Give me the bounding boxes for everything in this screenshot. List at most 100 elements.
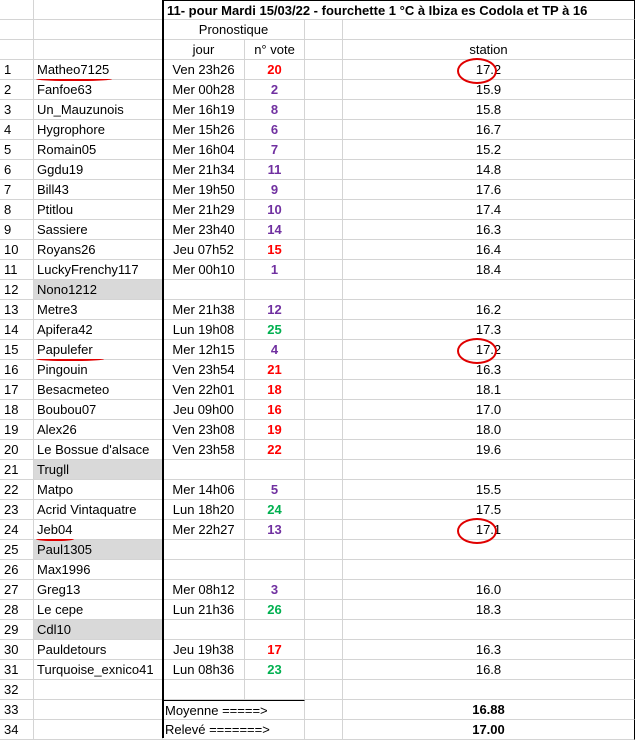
cell[interactable] (305, 560, 343, 580)
summary-value[interactable]: 16.88 (343, 700, 635, 720)
cell[interactable] (305, 260, 343, 280)
forecast-day[interactable]: Mer 15h26 (163, 120, 245, 140)
vote-number[interactable]: 12 (245, 300, 305, 320)
row-number[interactable]: 5 (0, 140, 34, 160)
station-value[interactable] (343, 680, 635, 700)
participant-name[interactable]: Alex26 (34, 420, 163, 440)
station-value[interactable]: 16.8 (343, 660, 635, 680)
cell[interactable] (305, 600, 343, 620)
vote-number[interactable]: 13 (245, 520, 305, 540)
cell[interactable] (305, 460, 343, 480)
participant-name[interactable]: Paul1305 (34, 540, 163, 560)
forecast-day[interactable]: Mer 21h38 (163, 300, 245, 320)
row-number[interactable]: 12 (0, 280, 34, 300)
cell[interactable] (305, 440, 343, 460)
row-number[interactable]: 6 (0, 160, 34, 180)
forecast-day[interactable]: Mer 21h34 (163, 160, 245, 180)
row-number[interactable]: 21 (0, 460, 34, 480)
forecast-day[interactable]: Mer 16h19 (163, 100, 245, 120)
participant-name[interactable]: Metre3 (34, 300, 163, 320)
row-number[interactable]: 27 (0, 580, 34, 600)
station-value[interactable]: 15.9 (343, 80, 635, 100)
row-number[interactable]: 20 (0, 440, 34, 460)
cell[interactable] (305, 660, 343, 680)
cell[interactable] (305, 620, 343, 640)
forecast-day[interactable] (163, 460, 245, 480)
row-number[interactable]: 22 (0, 480, 34, 500)
cell[interactable] (34, 0, 163, 20)
row-number[interactable]: 2 (0, 80, 34, 100)
forecast-day[interactable]: Ven 22h01 (163, 380, 245, 400)
cell[interactable] (305, 300, 343, 320)
row-number[interactable]: 3 (0, 100, 34, 120)
participant-name[interactable]: Fanfoe63 (34, 80, 163, 100)
station-value[interactable]: 17.6 (343, 180, 635, 200)
row-number[interactable]: 15 (0, 340, 34, 360)
station-value[interactable]: 16.4 (343, 240, 635, 260)
station-value[interactable]: 18.1 (343, 380, 635, 400)
row-number[interactable] (0, 0, 34, 20)
station-value[interactable]: 15.8 (343, 100, 635, 120)
forecast-day[interactable] (163, 560, 245, 580)
forecast-day[interactable]: Mer 23h40 (163, 220, 245, 240)
forecast-day[interactable]: Mer 22h27 (163, 520, 245, 540)
forecast-day[interactable]: Mer 12h15 (163, 340, 245, 360)
cell[interactable] (305, 160, 343, 180)
vote-number[interactable]: 4 (245, 340, 305, 360)
vote-number[interactable]: 5 (245, 480, 305, 500)
participant-name[interactable]: LuckyFrenchy117 (34, 260, 163, 280)
station-value[interactable]: 16.7 (343, 120, 635, 140)
participant-name[interactable]: Nono1212 (34, 280, 163, 300)
vote-number[interactable]: 22 (245, 440, 305, 460)
vote-number[interactable]: 1 (245, 260, 305, 280)
vote-number[interactable] (245, 680, 305, 700)
header-station[interactable]: station (343, 40, 635, 60)
row-number[interactable]: 4 (0, 120, 34, 140)
vote-number[interactable]: 2 (245, 80, 305, 100)
row-number[interactable]: 33 (0, 700, 34, 720)
vote-number[interactable] (245, 280, 305, 300)
cell[interactable] (305, 220, 343, 240)
cell[interactable] (305, 40, 343, 60)
cell[interactable] (305, 640, 343, 660)
forecast-day[interactable]: Ven 23h08 (163, 420, 245, 440)
vote-number[interactable]: 16 (245, 400, 305, 420)
sheet-title[interactable]: 11- pour Mardi 15/03/22 - fourchette 1 °… (163, 0, 635, 20)
forecast-day[interactable] (163, 680, 245, 700)
cell[interactable] (34, 700, 163, 720)
station-value[interactable]: 16.3 (343, 640, 635, 660)
station-value[interactable]: 18.3 (343, 600, 635, 620)
row-number[interactable]: 14 (0, 320, 34, 340)
vote-number[interactable]: 7 (245, 140, 305, 160)
cell[interactable] (305, 500, 343, 520)
participant-name[interactable]: Pauldetours (34, 640, 163, 660)
cell[interactable] (34, 20, 163, 40)
row-number[interactable]: 19 (0, 420, 34, 440)
vote-number[interactable]: 6 (245, 120, 305, 140)
forecast-day[interactable] (163, 540, 245, 560)
cell[interactable] (305, 720, 343, 740)
forecast-day[interactable]: Lun 18h20 (163, 500, 245, 520)
participant-name[interactable]: Royans26 (34, 240, 163, 260)
cell[interactable] (305, 320, 343, 340)
cell[interactable] (305, 480, 343, 500)
vote-number[interactable]: 23 (245, 660, 305, 680)
forecast-day[interactable]: Jeu 07h52 (163, 240, 245, 260)
participant-name[interactable]: Le Bossue d'alsace (34, 440, 163, 460)
row-number[interactable]: 31 (0, 660, 34, 680)
forecast-day[interactable] (163, 620, 245, 640)
forecast-day[interactable]: Jeu 09h00 (163, 400, 245, 420)
row-number[interactable]: 26 (0, 560, 34, 580)
vote-number[interactable] (245, 560, 305, 580)
summary-value[interactable]: 17.00 (343, 720, 635, 740)
forecast-day[interactable]: Jeu 19h38 (163, 640, 245, 660)
forecast-day[interactable]: Lun 08h36 (163, 660, 245, 680)
cell[interactable] (305, 540, 343, 560)
forecast-day[interactable]: Mer 00h28 (163, 80, 245, 100)
station-value[interactable]: 19.6 (343, 440, 635, 460)
vote-number[interactable] (245, 460, 305, 480)
vote-number[interactable]: 14 (245, 220, 305, 240)
row-number[interactable]: 13 (0, 300, 34, 320)
cell[interactable] (305, 520, 343, 540)
participant-name[interactable]: Turquoise_exnico41 (34, 660, 163, 680)
